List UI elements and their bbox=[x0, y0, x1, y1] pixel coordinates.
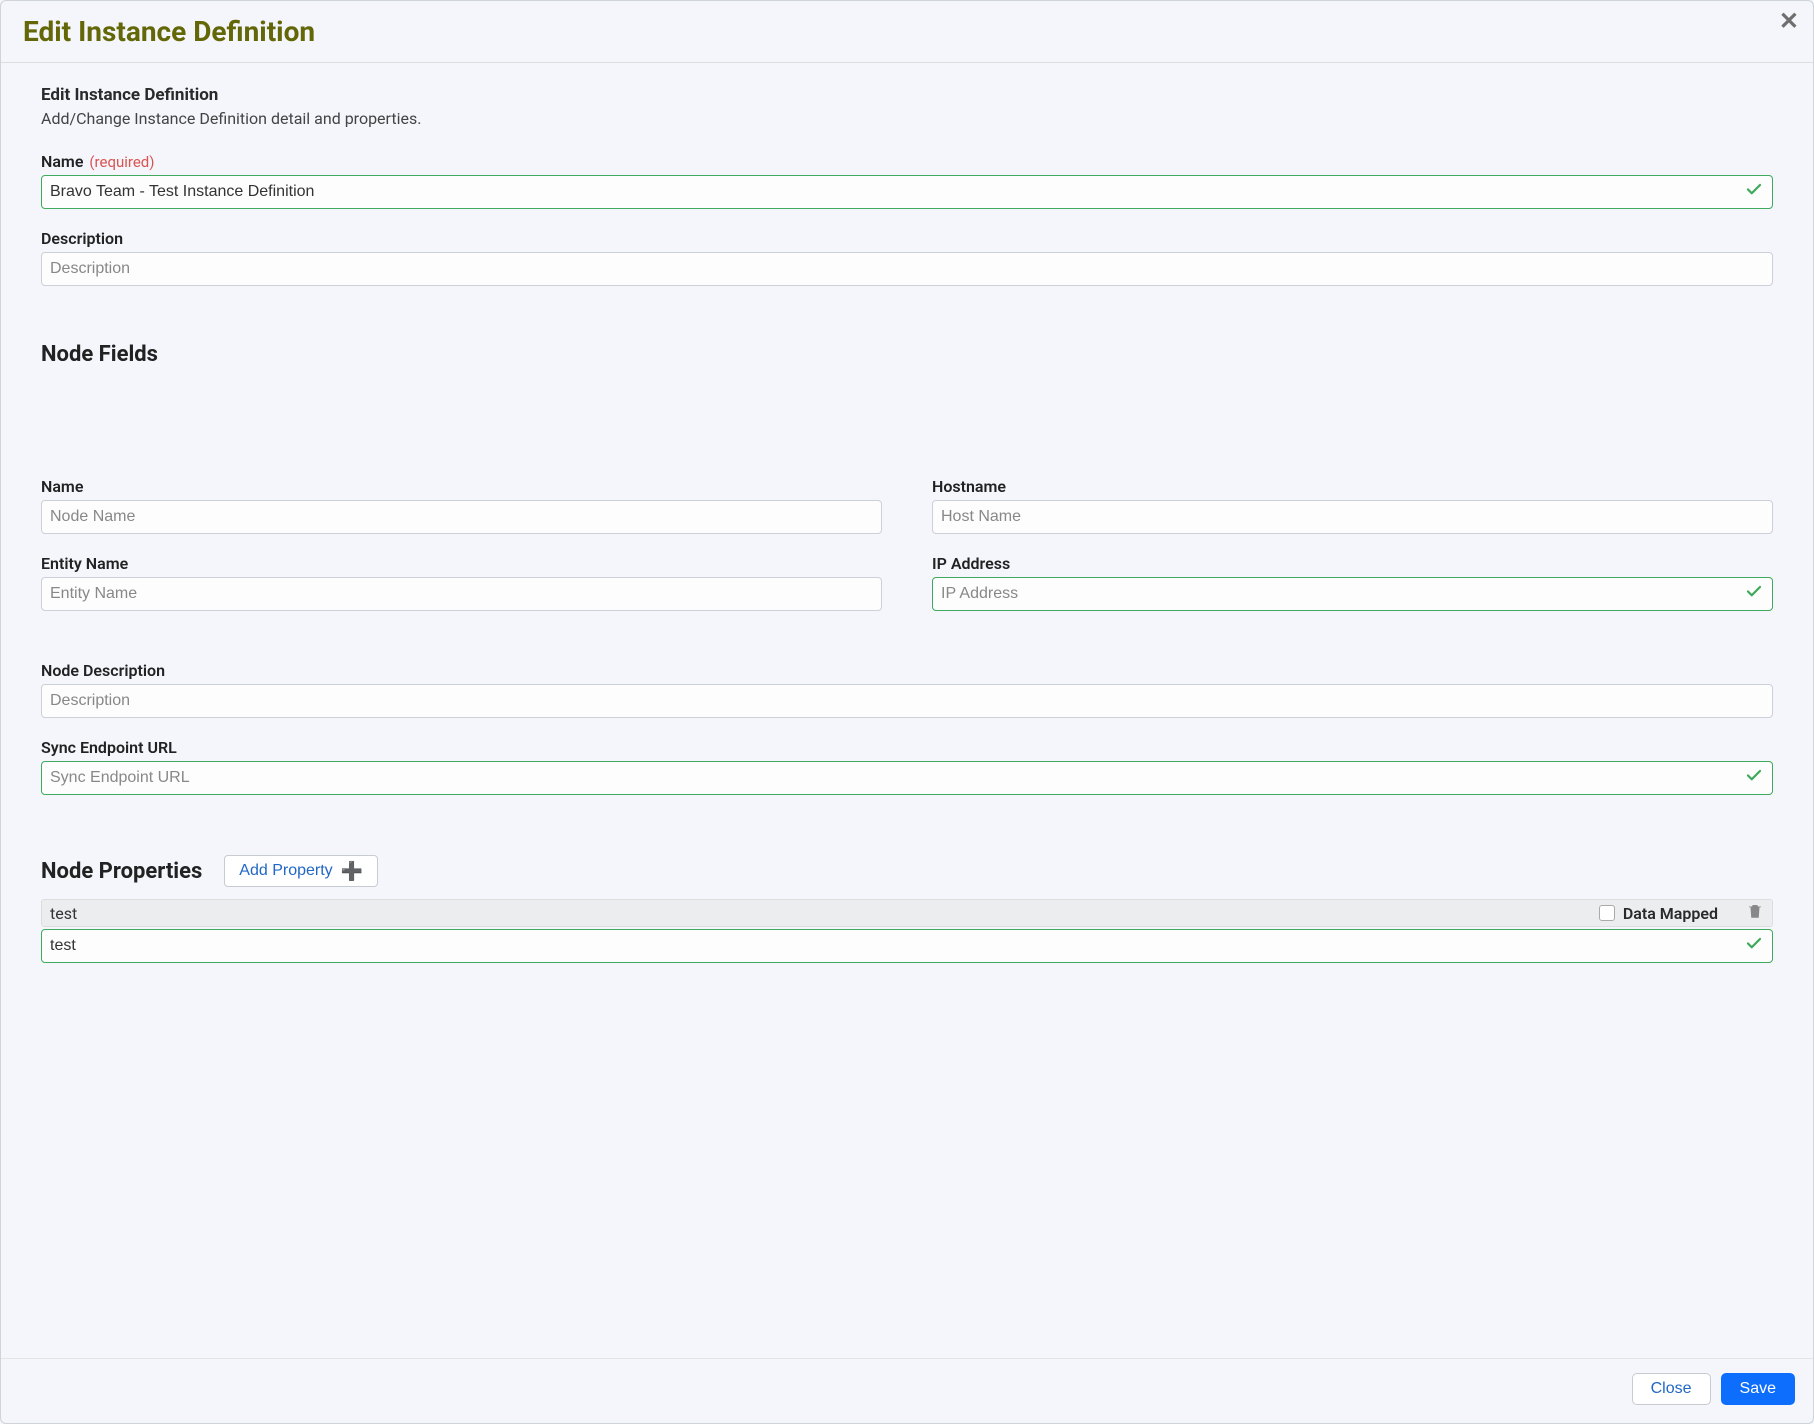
modal-body: Edit Instance Definition Add/Change Inst… bbox=[1, 63, 1813, 1358]
intro-title: Edit Instance Definition bbox=[41, 85, 1773, 105]
property-name: test bbox=[50, 904, 1599, 923]
node-fields-heading: Node Fields bbox=[41, 342, 1773, 367]
node-name-label: Name bbox=[41, 477, 882, 496]
intro-text: Add/Change Instance Definition detail an… bbox=[41, 109, 1773, 128]
node-properties-heading: Node Properties bbox=[41, 859, 202, 884]
add-property-label: Add Property bbox=[239, 862, 332, 880]
modal-footer: Close Save bbox=[1, 1358, 1813, 1423]
property-value-input[interactable] bbox=[41, 929, 1773, 963]
node-description-label: Node Description bbox=[41, 661, 1773, 680]
data-mapped-checkbox[interactable] bbox=[1599, 905, 1615, 921]
name-label-text: Name bbox=[41, 152, 83, 171]
entity-name-label: Entity Name bbox=[41, 554, 882, 573]
required-indicator: (required) bbox=[89, 153, 154, 171]
plus-icon: ➕ bbox=[341, 862, 363, 880]
property-row-header: test Data Mapped bbox=[41, 899, 1773, 927]
sync-url-label: Sync Endpoint URL bbox=[41, 738, 1773, 757]
close-icon[interactable]: ✕ bbox=[1779, 9, 1799, 33]
entity-name-input[interactable] bbox=[41, 577, 882, 611]
hostname-input[interactable] bbox=[932, 500, 1773, 534]
ip-address-input[interactable] bbox=[932, 577, 1773, 611]
modal-header: Edit Instance Definition ✕ bbox=[1, 1, 1813, 63]
name-input[interactable] bbox=[41, 175, 1773, 209]
save-button[interactable]: Save bbox=[1721, 1373, 1795, 1405]
trash-icon[interactable] bbox=[1746, 902, 1764, 924]
hostname-label: Hostname bbox=[932, 477, 1773, 496]
name-label: Name (required) bbox=[41, 152, 1773, 171]
close-button[interactable]: Close bbox=[1632, 1373, 1711, 1405]
add-property-button[interactable]: Add Property ➕ bbox=[224, 855, 378, 887]
description-input[interactable] bbox=[41, 252, 1773, 286]
node-name-input[interactable] bbox=[41, 500, 882, 534]
ip-address-label: IP Address bbox=[932, 554, 1773, 573]
sync-url-input[interactable] bbox=[41, 761, 1773, 795]
node-description-input[interactable] bbox=[41, 684, 1773, 718]
modal-title: Edit Instance Definition bbox=[23, 15, 1791, 48]
description-label: Description bbox=[41, 229, 1773, 248]
data-mapped-label: Data Mapped bbox=[1623, 904, 1718, 923]
